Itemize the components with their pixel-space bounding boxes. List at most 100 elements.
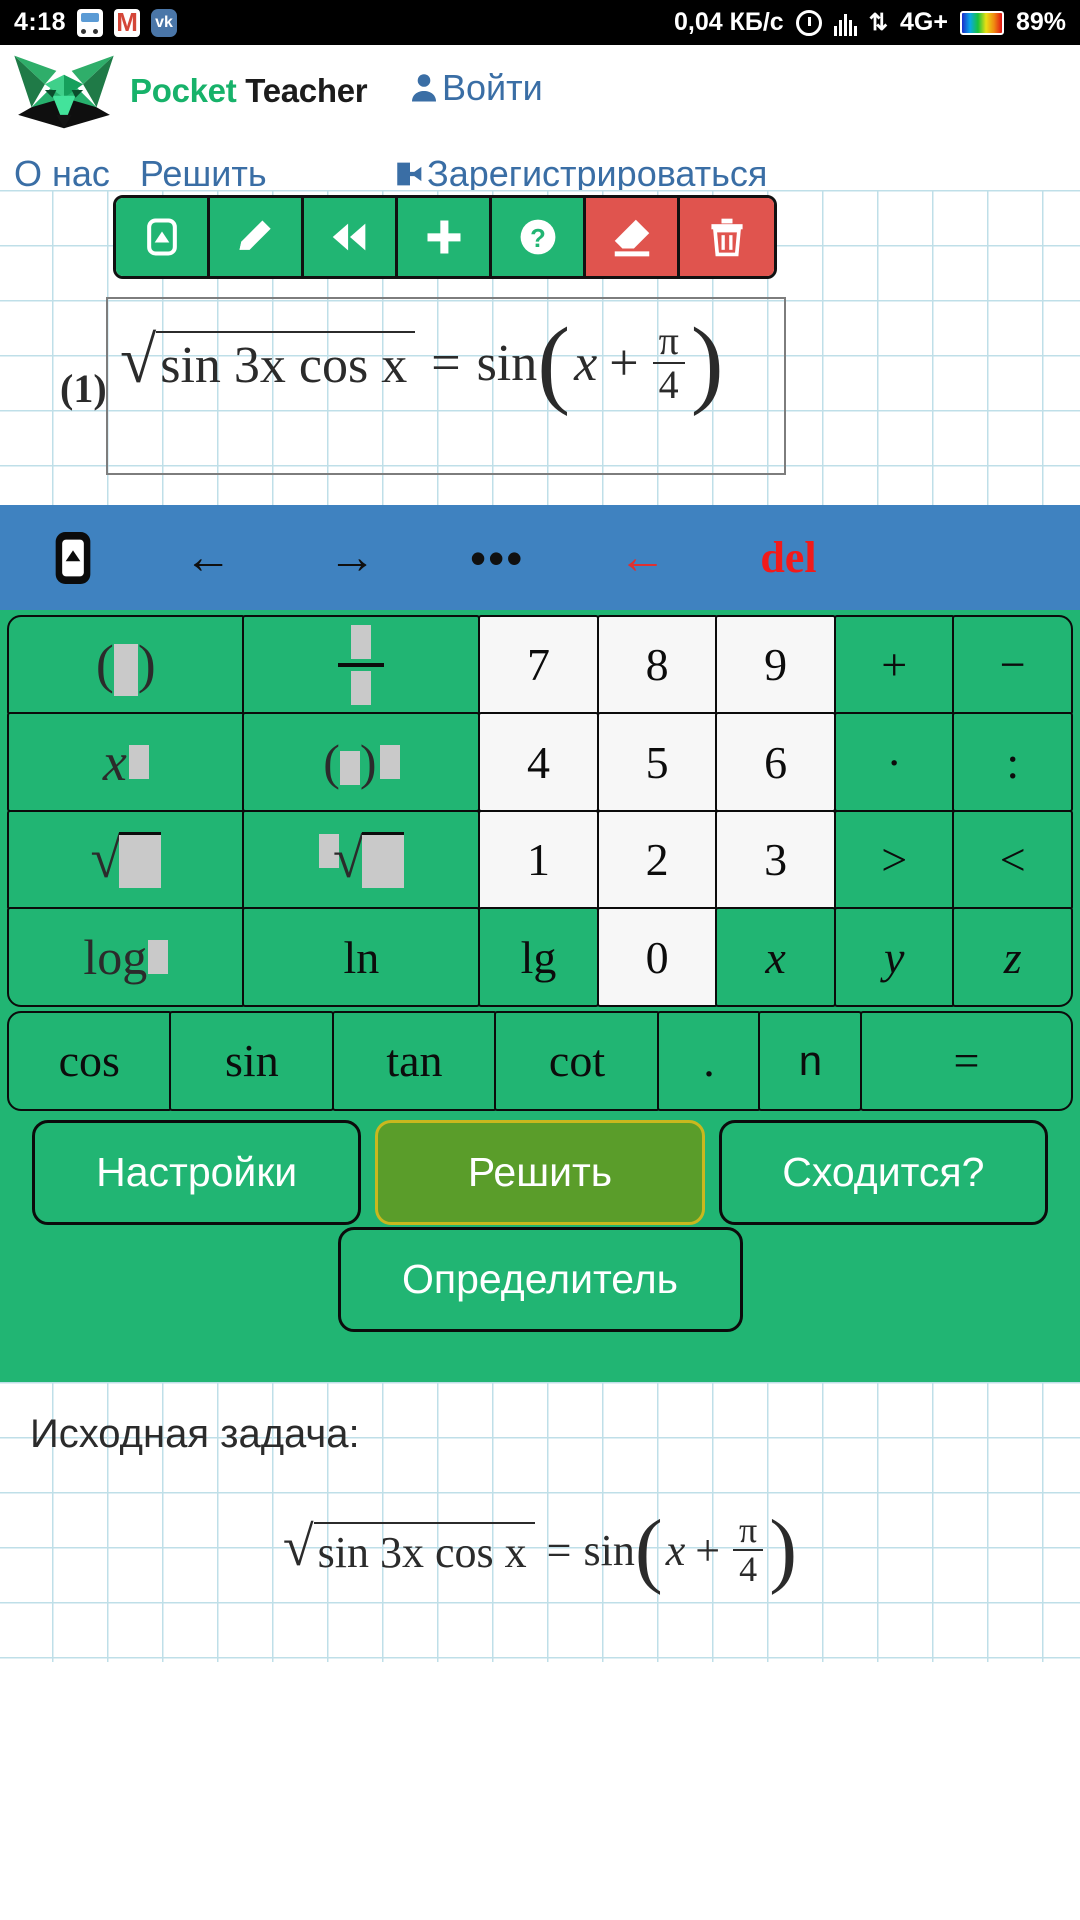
fraction-key[interactable]: [242, 614, 481, 715]
paren-power-key[interactable]: (): [242, 712, 481, 813]
action-row-primary: Настройки Решить Сходится?: [0, 1119, 1080, 1225]
action-panel-spacer: [0, 1331, 1080, 1382]
settings-button[interactable]: Настройки: [32, 1119, 362, 1225]
equation-sqrt: √ sin 3x cos x: [120, 328, 416, 395]
equals-key[interactable]: =: [859, 1010, 1074, 1111]
erase-button[interactable]: [586, 198, 680, 276]
network-type-label: 4G+: [900, 8, 948, 36]
result-fraction-denominator: 4: [733, 1549, 764, 1589]
var-x-key[interactable]: x: [715, 907, 837, 1008]
result-fraction: π 4: [733, 1509, 764, 1590]
status-bar-right: 0,04 КБ/с ⇅ 4G+ 89%: [674, 8, 1066, 37]
register-link[interactable]: Зарегистрироваться: [393, 153, 767, 195]
result-title: Исходная задача:: [30, 1411, 360, 1456]
main-nav: О нас Решить: [14, 153, 267, 195]
network-speed-label: 0,04 КБ/с: [674, 8, 784, 36]
digit-4-key[interactable]: 4: [477, 712, 600, 813]
backspace-button[interactable]: ←: [618, 530, 666, 585]
cot-key[interactable]: cot: [494, 1010, 660, 1111]
sqrt-key[interactable]: √: [6, 809, 245, 910]
converges-button[interactable]: Сходится?: [718, 1119, 1048, 1225]
divide-key[interactable]: :: [952, 712, 1074, 813]
equation-number: (1): [60, 366, 107, 411]
digit-2-key[interactable]: 2: [596, 809, 718, 910]
keypad-row: () 7 8 9 + −: [6, 614, 1074, 715]
trash-icon: [711, 218, 743, 257]
rewind-button[interactable]: [304, 198, 398, 276]
result-equation: √ sin 3x cos x = sin ( x + π 4 ): [0, 1503, 1080, 1596]
brand-first: Pocket: [130, 72, 246, 109]
equation-radicand: sin 3x cos x: [156, 331, 416, 395]
login-link[interactable]: Войти: [406, 67, 543, 109]
pencil-icon: [239, 220, 271, 250]
pencil-button[interactable]: [210, 198, 304, 276]
equation-rhs-function: sin: [476, 334, 538, 392]
more-options-button[interactable]: •••: [470, 531, 524, 585]
battery-percent-label: 89%: [1015, 8, 1066, 36]
delete-key-button[interactable]: del: [760, 532, 816, 583]
cos-key[interactable]: cos: [6, 1010, 172, 1111]
keypad-row: √ √ 1 2 3 > <: [6, 809, 1074, 910]
result-rhs-function: sin: [583, 1525, 635, 1575]
add-button[interactable]: [398, 198, 492, 276]
nav-item-about[interactable]: О нас: [14, 153, 110, 195]
var-z-key[interactable]: z: [952, 907, 1074, 1008]
var-y-key[interactable]: y: [833, 907, 955, 1008]
site-header: Pocket Teacher Войти О нас Решить Зареги…: [0, 45, 1080, 194]
login-label: Войти: [442, 67, 543, 108]
ln-key[interactable]: ln: [242, 907, 481, 1008]
digit-8-key[interactable]: 8: [596, 614, 718, 715]
power-key[interactable]: x: [6, 712, 245, 813]
nav-item-solve[interactable]: Решить: [140, 153, 267, 195]
keyboard-toggle-button[interactable]: [44, 528, 102, 588]
lg-key[interactable]: lg: [477, 907, 600, 1008]
math-keypad: () 7 8 9 + − x () 4 5 6 ·: √ √ 1 2 3 > …: [0, 610, 1080, 1111]
status-bar-left: 4:18: [14, 8, 178, 37]
solve-button[interactable]: Решить: [375, 1119, 705, 1225]
minus-key[interactable]: −: [952, 614, 1074, 715]
question-icon: ?: [520, 219, 555, 255]
delete-button[interactable]: [680, 198, 774, 276]
cursor-left-button[interactable]: ←: [184, 530, 232, 585]
equation-rhs-variable: x: [574, 334, 598, 392]
var-n-key[interactable]: n: [758, 1010, 863, 1111]
sin-key[interactable]: sin: [169, 1010, 335, 1111]
greater-than-key[interactable]: >: [833, 809, 955, 910]
equation-fraction-denominator: 4: [652, 362, 685, 406]
keypad-row: log ln lg 0 x y z: [6, 907, 1074, 1008]
keyboard-nav-bar: ← → ••• ← del: [0, 505, 1080, 610]
equation-fraction-numerator: π: [658, 318, 679, 363]
nth-root-key[interactable]: √: [242, 809, 481, 910]
plus-key[interactable]: +: [833, 614, 955, 715]
digit-9-key[interactable]: 9: [715, 614, 837, 715]
equation-open-paren: (: [537, 307, 571, 417]
signal-bars-icon: [833, 10, 857, 36]
login-arrow-icon: [397, 162, 422, 186]
cursor-right-button[interactable]: →: [328, 530, 376, 585]
digit-1-key[interactable]: 1: [477, 809, 600, 910]
decimal-point-key[interactable]: .: [657, 1010, 761, 1111]
result-close-paren: ): [769, 1503, 798, 1596]
svg-text:?: ?: [530, 225, 546, 253]
help-button[interactable]: ?: [492, 198, 586, 276]
keyboard-icon: [55, 531, 91, 584]
keyboard-button[interactable]: [116, 198, 210, 276]
determinant-button[interactable]: Определитель: [337, 1226, 743, 1332]
digit-6-key[interactable]: 6: [715, 712, 837, 813]
result-equals: =: [546, 1525, 572, 1575]
plus-icon: [427, 220, 460, 254]
equation-equals: =: [431, 334, 461, 392]
digit-0-key[interactable]: 0: [596, 907, 718, 1008]
tan-key[interactable]: tan: [331, 1010, 497, 1111]
result-fraction-numerator: π: [739, 1509, 758, 1550]
equation-editor-area: ? (1) √ sin 3x cos x = sin (x + π 4): [0, 190, 1080, 505]
clock-time: 4:18: [14, 8, 67, 36]
log-key[interactable]: log: [6, 907, 245, 1008]
multiply-key[interactable]: ·: [833, 712, 955, 813]
digit-3-key[interactable]: 3: [715, 809, 837, 910]
digit-5-key[interactable]: 5: [596, 712, 718, 813]
equation-display[interactable]: √ sin 3x cos x = sin ( x + π 4 ): [120, 307, 724, 417]
digit-7-key[interactable]: 7: [477, 614, 600, 715]
parentheses-key[interactable]: (): [6, 614, 245, 715]
less-than-key[interactable]: <: [952, 809, 1074, 910]
